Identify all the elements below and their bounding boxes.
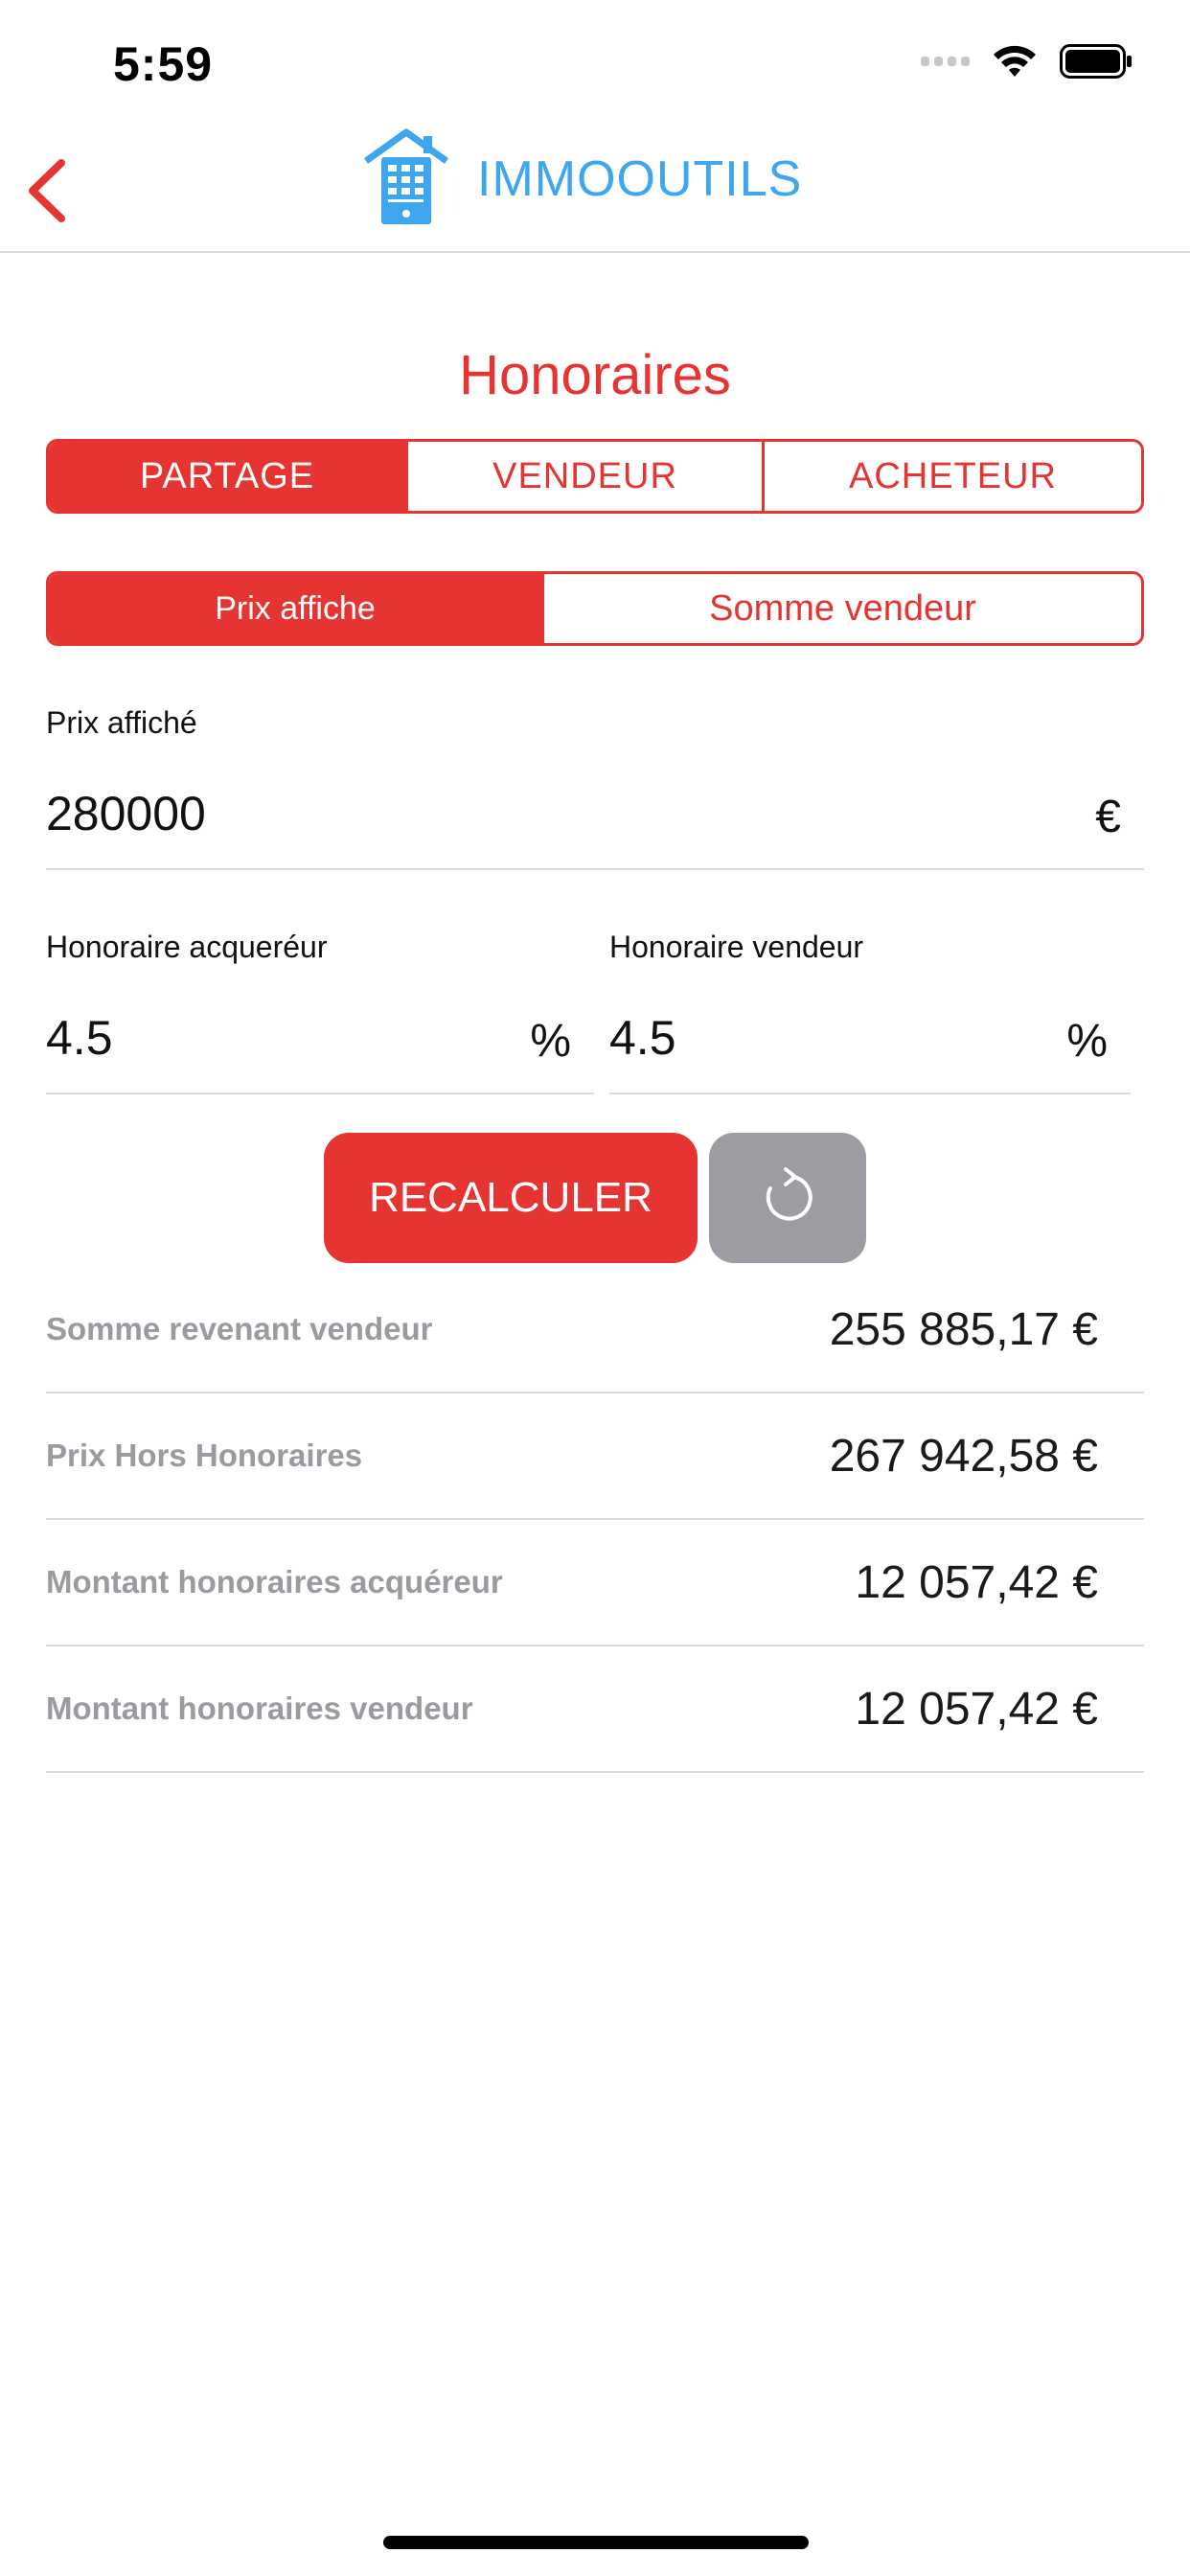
honoraire-acquereur-input[interactable] (46, 1010, 487, 1066)
status-icons (921, 44, 1133, 79)
battery-icon (1060, 44, 1133, 79)
wifi-icon (991, 44, 1039, 79)
result-row-honoraires-vendeur: Montant honoraires vendeur 12 057,42 € (46, 1646, 1144, 1773)
tab-partage[interactable]: PARTAGE (49, 442, 405, 511)
page-title: Honoraires (459, 344, 731, 406)
brand-logo: IMMOOUTILS (362, 126, 802, 231)
building-house-logo-icon (362, 126, 450, 231)
result-label: Montant honoraires acquéreur (46, 1564, 503, 1599)
result-value: 12 057,42 € (855, 1684, 1098, 1735)
result-row-prix-hors-honoraires: Prix Hors Honoraires 267 942,58 € (46, 1393, 1144, 1520)
recalculer-button[interactable]: RECALCULER (324, 1133, 698, 1263)
tab-somme-vendeur[interactable]: Somme vendeur (541, 574, 1141, 643)
honoraire-acquereur-label: Honoraire acqueréur (46, 930, 328, 964)
honoraire-vendeur-label: Honoraire vendeur (609, 930, 864, 964)
prix-affiche-field: Prix affiché € (46, 705, 1144, 870)
result-label: Prix Hors Honoraires (46, 1438, 363, 1473)
status-time: 5:59 (113, 37, 214, 91)
honoraire-vendeur-input[interactable] (609, 1010, 1031, 1066)
screen: 5:59 IMMOOUTILS Honoraires PARTAGE VENDE… (0, 0, 1190, 2576)
tab-vendeur[interactable]: VENDEUR (405, 442, 762, 511)
result-row-somme-vendeur: Somme revenant vendeur 255 885,17 € (46, 1267, 1144, 1393)
result-row-honoraires-acquereur: Montant honoraires acquéreur 12 057,42 € (46, 1520, 1144, 1646)
percent-unit: % (530, 1016, 571, 1067)
base-segmented-control: Prix affiche Somme vendeur (46, 571, 1144, 646)
result-value: 12 057,42 € (855, 1557, 1098, 1608)
reset-button[interactable] (709, 1133, 866, 1263)
tab-acheteur[interactable]: ACHETEUR (762, 442, 1141, 511)
honoraire-acquereur-field: Honoraire acqueréur % (46, 930, 594, 1094)
percent-unit: % (1066, 1016, 1108, 1067)
result-label: Somme revenant vendeur (46, 1311, 433, 1346)
result-value: 267 942,58 € (829, 1431, 1098, 1482)
cellular-signal-icon (921, 57, 970, 66)
tab-prix-affiche[interactable]: Prix affiche (49, 574, 541, 643)
brand-name: IMMOOUTILS (477, 150, 803, 207)
result-value: 255 885,17 € (829, 1304, 1098, 1355)
home-indicator[interactable] (383, 2536, 809, 2549)
prix-affiche-input[interactable] (46, 786, 1004, 841)
refresh-icon (757, 1165, 818, 1231)
back-chevron-icon[interactable] (23, 157, 71, 224)
prix-affiche-label: Prix affiché (46, 705, 197, 740)
results-list: Somme revenant vendeur 255 885,17 € Prix… (46, 1267, 1144, 1773)
navigation-bar: IMMOOUTILS (0, 115, 1190, 253)
mode-segmented-control: PARTAGE VENDEUR ACHETEUR (46, 439, 1144, 514)
result-label: Montant honoraires vendeur (46, 1690, 473, 1726)
euro-unit: € (1095, 792, 1121, 842)
honoraire-vendeur-field: Honoraire vendeur % (609, 930, 1131, 1094)
